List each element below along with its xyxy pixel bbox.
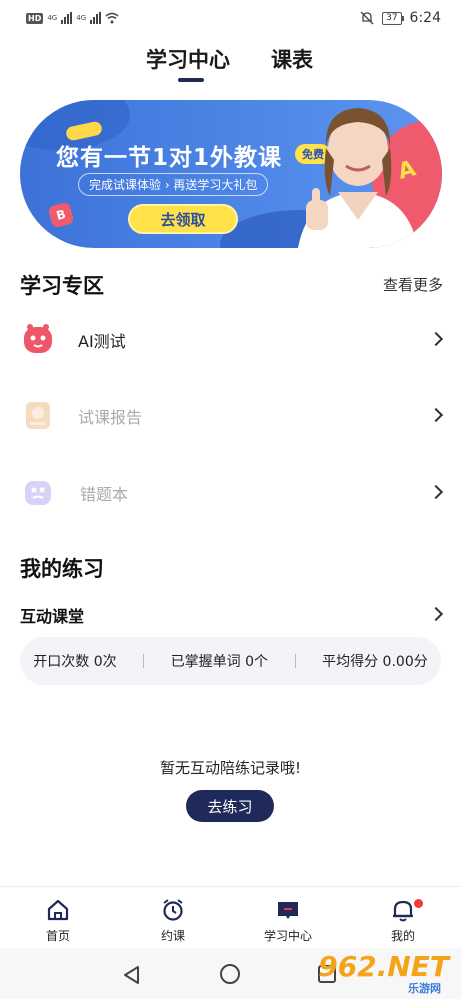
- practice-stats: 开口次数 0次 已掌握单词 0个 平均得分 0.00分: [20, 637, 441, 685]
- teacher-photo: [298, 108, 418, 248]
- alarm-clock-icon: [163, 899, 183, 921]
- list-item-trial-report[interactable]: 试课报告: [0, 390, 461, 440]
- active-tab-indicator: [178, 78, 204, 82]
- list-item-label: 错题本: [80, 485, 129, 504]
- divider: [143, 654, 145, 668]
- banner-title: 您有一节1对1外教课: [56, 145, 283, 171]
- chevron-right-icon: [428, 331, 444, 347]
- go-practice-button[interactable]: 去练习: [186, 790, 274, 822]
- battery-icon: 37: [382, 11, 405, 25]
- mistake-book-icon: [25, 481, 51, 505]
- list-item-ai-test[interactable]: AI测试: [0, 314, 461, 364]
- promo-banner[interactable]: B A 您有一节1对1外教课 免费 完成试课体验 › 再送学习大礼包 去领取: [20, 100, 442, 248]
- nav-mine[interactable]: 我的: [363, 893, 443, 944]
- hd-indicator: HD: [26, 12, 44, 24]
- nav-study-center[interactable]: 学习中心: [248, 893, 328, 944]
- empty-state-text: 暂无互动陪练记录哦!: [159, 759, 301, 777]
- nav-label: 约课: [160, 929, 185, 943]
- top-tabs: 学习中心 课表: [0, 44, 461, 84]
- notification-dot: [414, 899, 423, 908]
- chevron-right-icon: [428, 407, 444, 423]
- interactive-class-row[interactable]: 互动课堂: [0, 590, 461, 636]
- tab-schedule[interactable]: 课表: [271, 44, 313, 74]
- mute-bell-icon: [360, 11, 374, 25]
- interactive-class-label: 互动课堂: [20, 607, 85, 626]
- network-type-2: 4G: [76, 14, 87, 22]
- list-item-mistake-book[interactable]: 错题本: [0, 467, 461, 517]
- nav-booking[interactable]: 约课: [133, 893, 213, 944]
- nav-label: 学习中心: [263, 929, 312, 943]
- report-book-icon: [26, 402, 50, 429]
- speaking-count-stat: 开口次数 0次: [33, 654, 117, 670]
- watermark-logo: 962.NET 乐游网: [315, 950, 455, 996]
- study-center-icon: [278, 902, 298, 919]
- nav-label: 我的: [390, 929, 415, 943]
- study-zone-title: 学习专区: [20, 274, 104, 298]
- list-item-label: AI测试: [78, 332, 126, 351]
- chevron-right-icon: [428, 484, 444, 500]
- banner-subtitle: 完成试课体验 › 再送学习大礼包: [78, 173, 269, 196]
- wifi-icon: [105, 12, 119, 24]
- network-type-1: 4G: [47, 14, 58, 22]
- signal-icon: [61, 12, 73, 24]
- my-practice-title: 我的练习: [20, 557, 104, 581]
- bell-icon: [393, 900, 413, 922]
- clock: 6:24: [409, 10, 441, 26]
- nav-home[interactable]: 首页: [18, 893, 98, 944]
- home-circle-icon[interactable]: [220, 964, 240, 984]
- see-more-link[interactable]: 查看更多: [383, 274, 443, 295]
- list-item-label: 试课报告: [78, 408, 143, 427]
- bottom-nav: 首页 约课 学习中心 我的: [0, 886, 461, 948]
- nav-label: 首页: [45, 929, 70, 943]
- watermark-sub: 乐游网: [408, 982, 441, 995]
- tab-study-center[interactable]: 学习中心: [146, 44, 230, 74]
- watermark-main: 962.NET: [318, 950, 449, 983]
- chevron-right-icon: [428, 606, 444, 622]
- signal-icon: [90, 12, 102, 24]
- mastered-words-stat: 已掌握单词 0个: [170, 654, 269, 670]
- home-icon: [47, 899, 69, 921]
- average-score-stat: 平均得分 0.00分: [322, 654, 428, 670]
- back-triangle-icon[interactable]: [122, 965, 142, 985]
- ai-test-icon: [24, 324, 52, 353]
- status-bar: HD 4G 4G 37 6:24: [0, 0, 461, 36]
- divider: [294, 654, 296, 668]
- letter-b-icon: B: [47, 201, 75, 229]
- claim-button[interactable]: 去领取: [128, 204, 238, 234]
